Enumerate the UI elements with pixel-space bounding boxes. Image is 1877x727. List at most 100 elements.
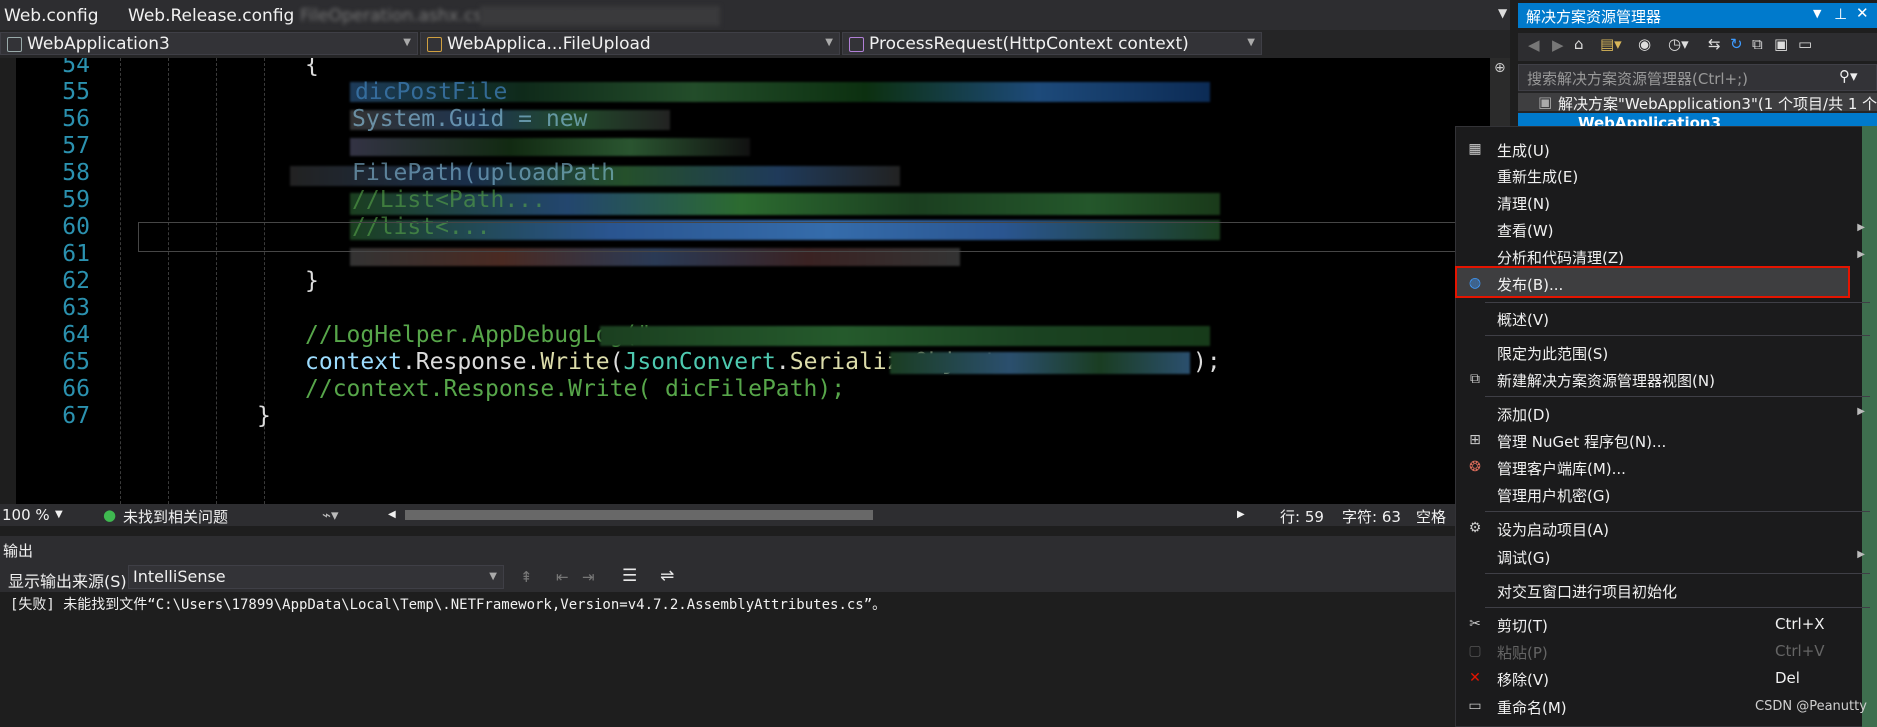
menu-separator bbox=[1485, 511, 1870, 512]
code-editor[interactable]: 54 55 56 57 58 59 60 61 62 63 64 65 66 6… bbox=[0, 58, 1490, 504]
solution-explorer-title: 解决方案资源管理器 bbox=[1526, 8, 1662, 26]
split-editor-icon[interactable]: ⊕ bbox=[1494, 60, 1506, 76]
issues-status[interactable]: 未找到相关问题 bbox=[123, 506, 228, 527]
menu-item-cut[interactable]: ✂ 剪切(T) Ctrl+X bbox=[1455, 611, 1875, 637]
menu-separator bbox=[1485, 573, 1870, 574]
menu-item-build[interactable]: ▦ 生成(U) bbox=[1455, 136, 1875, 162]
scissors-icon: ✂ bbox=[1469, 616, 1481, 632]
line-number: 63 bbox=[62, 295, 90, 321]
menu-item-clean[interactable]: 清理(N) bbox=[1455, 189, 1875, 215]
output-panel-header: 输出 bbox=[0, 536, 1510, 562]
line-number: 62 bbox=[62, 268, 90, 294]
menu-item-debug[interactable]: 调试(G) ▶ bbox=[1455, 543, 1875, 569]
check-circle-icon: ● bbox=[103, 506, 117, 524]
csharp-project-icon bbox=[7, 37, 22, 52]
close-icon[interactable]: ✕ bbox=[1856, 4, 1869, 22]
menu-item-scope[interactable]: 限定为此范围(S) bbox=[1455, 339, 1875, 365]
tab-overflow-dropdown-icon[interactable]: ▼ bbox=[1498, 6, 1507, 20]
menu-item-analyze[interactable]: 分析和代码清理(Z) ▶ bbox=[1455, 243, 1875, 269]
code-line-65-end: ); bbox=[1193, 349, 1221, 375]
switch-views-icon[interactable]: ▤▾ bbox=[1600, 35, 1622, 53]
solution-explorer-search[interactable]: 搜索解决方案资源管理器(Ctrl+;) ⚲▾ bbox=[1518, 64, 1877, 91]
menu-separator bbox=[1485, 335, 1870, 336]
menu-item-nuget[interactable]: ⊞ 管理 NuGet 程序包(N)... bbox=[1455, 427, 1875, 453]
properties-icon[interactable]: ▭ bbox=[1798, 35, 1812, 53]
document-tab-bar: Web.config Web.Release.config FileOperat… bbox=[0, 0, 1510, 30]
zoom-level[interactable]: 100 % bbox=[2, 506, 50, 524]
goto-next-icon[interactable]: ⇥ bbox=[582, 568, 595, 586]
menu-item-user-secrets[interactable]: 管理用户机密(G) bbox=[1455, 481, 1875, 507]
redacted-code bbox=[890, 352, 1190, 374]
sync-active-document-icon[interactable]: ⇆ bbox=[1708, 35, 1721, 53]
editor-gutter bbox=[0, 58, 16, 504]
gear-icon: ⚙ bbox=[1468, 520, 1482, 536]
client-library-icon: ❂ bbox=[1469, 459, 1481, 475]
menu-item-interactive-init[interactable]: 对交互窗口进行项目初始化 bbox=[1455, 577, 1875, 603]
back-icon[interactable]: ◀ bbox=[1528, 36, 1540, 54]
code-brace-close-67: } bbox=[257, 403, 271, 429]
forward-icon[interactable]: ▶ bbox=[1552, 36, 1564, 54]
chevron-down-icon: ▼ bbox=[1247, 37, 1255, 48]
horizontal-scrollbar-thumb[interactable] bbox=[405, 510, 873, 520]
show-all-files-icon[interactable]: ▣ bbox=[1774, 35, 1788, 53]
line-indicator: 行: 59 bbox=[1280, 508, 1324, 526]
scroll-left-icon[interactable]: ◀ bbox=[388, 509, 396, 520]
menu-item-new-view[interactable]: ⧉ 新建解决方案资源管理器视图(N) bbox=[1455, 366, 1875, 392]
pin-icon[interactable]: ⊥ bbox=[1834, 5, 1847, 23]
rename-icon: ▭ bbox=[1468, 698, 1482, 714]
tab-blurred-2[interactable]: Handler.ashx.cs bbox=[480, 6, 720, 26]
code-fragment: System.Guid = new bbox=[352, 106, 588, 132]
line-number: 66 bbox=[62, 376, 90, 402]
menu-item-view[interactable]: 查看(W) ▶ bbox=[1455, 216, 1875, 242]
project-dropdown-label: WebApplication3 bbox=[27, 34, 170, 54]
tab-web-release-config[interactable]: Web.Release.config bbox=[128, 6, 294, 26]
line-number: 59 bbox=[62, 187, 90, 213]
solution-explorer-toolbar: ◀ ▶ ⌂ ▤▾ ◉ ◷▾ ⇆ ↻ ⧉ ▣ ▭ bbox=[1518, 33, 1877, 61]
member-dropdown[interactable]: ProcessRequest(HttpContext context) ▼ bbox=[842, 32, 1262, 55]
scroll-right-icon[interactable]: ▶ bbox=[1237, 509, 1245, 520]
clear-all-icon[interactable]: ☰ bbox=[622, 566, 637, 586]
refresh-icon[interactable]: ↻ bbox=[1730, 35, 1743, 53]
solution-node[interactable]: ▣ 解决方案"WebApplication3"(1 个项目/共 1 个 bbox=[1518, 93, 1877, 113]
home-icon[interactable]: ⌂ bbox=[1574, 35, 1584, 53]
menu-item-paste: ▢ 粘贴(P) Ctrl+V bbox=[1468, 642, 1825, 662]
class-dropdown[interactable]: WebApplica...FileUpload ▼ bbox=[420, 32, 840, 55]
output-source-label: 显示输出来源(S): bbox=[8, 572, 133, 591]
project-dropdown[interactable]: WebApplication3 ▼ bbox=[0, 32, 418, 55]
prev-message-icon[interactable]: ⇞ bbox=[520, 568, 533, 586]
word-wrap-icon[interactable]: ⇌ bbox=[660, 566, 674, 586]
output-source-dropdown[interactable]: IntelliSense ▼ bbox=[128, 565, 504, 589]
code-fragment: FilePath(uploadPath bbox=[352, 160, 616, 186]
submenu-arrow-icon: ▶ bbox=[1857, 222, 1865, 233]
chevron-down-icon: ▼ bbox=[489, 571, 497, 582]
nuget-icon: ⊞ bbox=[1469, 432, 1481, 448]
redacted-code bbox=[600, 326, 1210, 346]
menu-item-overview[interactable]: 概述(V) bbox=[1455, 305, 1875, 331]
line-number: 55 bbox=[62, 79, 90, 105]
tab-blurred-1[interactable]: FileOperation.ashx.cs bbox=[300, 6, 482, 26]
build-icon: ▦ bbox=[1468, 141, 1482, 157]
tab-web-config[interactable]: Web.config bbox=[4, 6, 99, 26]
menu-item-publish[interactable]: ◍ 发布(B)... bbox=[1455, 270, 1875, 296]
goto-prev-icon[interactable]: ⇤ bbox=[556, 568, 569, 586]
current-line-highlight bbox=[138, 222, 1483, 252]
line-number: 56 bbox=[62, 106, 90, 132]
chevron-down-icon[interactable]: ▼ bbox=[55, 509, 63, 520]
line-number: 64 bbox=[62, 322, 90, 348]
cleanup-brush-icon[interactable]: ⌁▾ bbox=[322, 506, 339, 524]
sync-icon[interactable]: ◉ bbox=[1638, 35, 1651, 53]
collapse-all-icon[interactable]: ⧉ bbox=[1752, 35, 1763, 53]
window-menu-icon[interactable]: ▼ bbox=[1813, 7, 1821, 20]
menu-separator bbox=[1485, 302, 1870, 303]
menu-item-client-libraries[interactable]: ❂ 管理客户端库(M)... bbox=[1455, 454, 1875, 480]
line-number: 57 bbox=[62, 133, 90, 159]
menu-item-remove[interactable]: ✕ 移除(V) Del bbox=[1455, 665, 1875, 691]
code-fragment: dicPostFile bbox=[355, 79, 508, 105]
menu-item-add[interactable]: 添加(D) ▶ bbox=[1455, 400, 1875, 426]
menu-item-rebuild[interactable]: 重新生成(E) bbox=[1455, 162, 1875, 188]
method-icon bbox=[849, 37, 864, 52]
search-icon[interactable]: ⚲▾ bbox=[1839, 67, 1858, 85]
pending-changes-icon[interactable]: ◷▾ bbox=[1668, 35, 1689, 53]
menu-item-set-startup[interactable]: ⚙ 设为启动项目(A) bbox=[1455, 515, 1875, 541]
line-number: 61 bbox=[62, 241, 90, 267]
